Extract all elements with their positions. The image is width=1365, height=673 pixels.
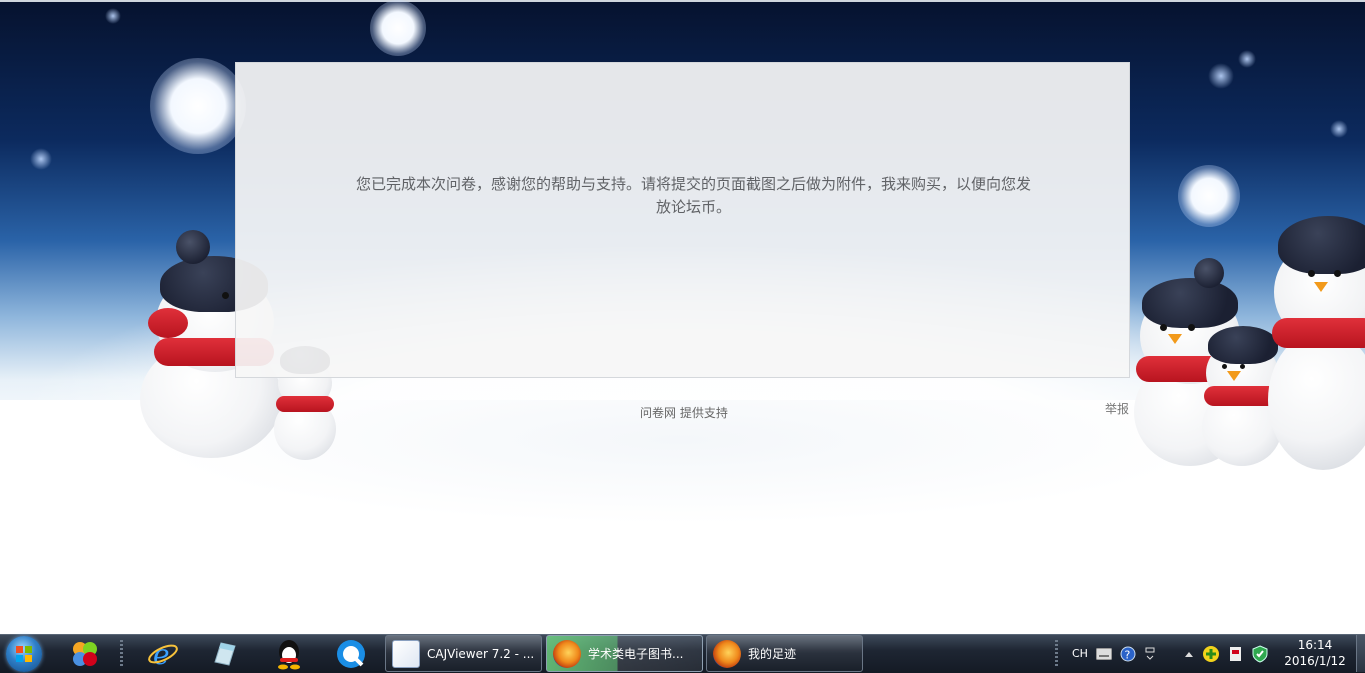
powered-by-text: 问卷网 提供支持 bbox=[640, 406, 728, 420]
notes-icon[interactable] bbox=[208, 637, 242, 671]
system-tray: CH ? bbox=[1068, 635, 1160, 672]
security-plus-icon[interactable] bbox=[1202, 645, 1220, 663]
star bbox=[1208, 63, 1234, 89]
moon-glow bbox=[370, 0, 426, 56]
completion-message: 您已完成本次问卷，感谢您的帮助与支持。请将提交的页面截图之后做为附件，我来购买，… bbox=[356, 175, 1032, 216]
keyboard-icon[interactable] bbox=[1095, 647, 1112, 660]
internet-explorer-icon[interactable]: e bbox=[146, 637, 180, 671]
language-indicator[interactable]: CH bbox=[1072, 647, 1088, 660]
help-icon[interactable]: ? bbox=[1120, 646, 1136, 662]
taskbar-item-label: 我的足迹 bbox=[748, 647, 797, 661]
taskbar-item-label: 学术类电子图书... bbox=[588, 647, 684, 661]
taskbar: e CAJViewer 7.2 - ... 学术类电子图书... 我的足迹 CH… bbox=[0, 634, 1365, 673]
taskbar-item-cajviewer[interactable]: CAJViewer 7.2 - ... bbox=[385, 635, 542, 672]
options-icon[interactable] bbox=[1144, 646, 1156, 662]
moon-glow bbox=[150, 58, 246, 154]
taskbar-item-label: CAJViewer 7.2 - ... bbox=[427, 646, 535, 661]
system-clock[interactable]: 16:14 2016/1/12 bbox=[1276, 637, 1354, 669]
show-desktop-button[interactable] bbox=[1356, 635, 1365, 672]
survey-complete-dialog: 您已完成本次问卷，感谢您的帮助与支持。请将提交的页面截图之后做为附件，我来购买，… bbox=[235, 62, 1130, 378]
qq-icon[interactable] bbox=[272, 637, 306, 671]
flag-icon[interactable] bbox=[1228, 645, 1244, 663]
report-link[interactable]: 举报 bbox=[1105, 400, 1129, 417]
window-top-border bbox=[0, 0, 1365, 2]
star bbox=[1330, 120, 1348, 138]
clock-time: 16:14 bbox=[1297, 638, 1333, 652]
show-hidden-icons-arrow-icon[interactable] bbox=[1184, 650, 1194, 658]
taskbar-grip[interactable] bbox=[120, 640, 123, 668]
taskbar-item-my-footprints[interactable]: 我的足迹 bbox=[706, 635, 863, 672]
cajviewer-icon bbox=[392, 639, 420, 668]
snowman-right-large bbox=[1268, 200, 1365, 470]
taskbar-grip[interactable] bbox=[1055, 640, 1058, 668]
star bbox=[30, 148, 52, 170]
notification-area bbox=[1180, 635, 1272, 672]
star bbox=[105, 8, 121, 24]
windows-start-icon[interactable] bbox=[6, 636, 42, 672]
media-center-icon[interactable] bbox=[68, 637, 102, 671]
svg-text:e: e bbox=[153, 638, 170, 670]
svg-text:?: ? bbox=[1124, 648, 1130, 661]
moon-glow bbox=[1178, 165, 1240, 227]
browser-icon[interactable] bbox=[334, 637, 368, 671]
shield-icon[interactable] bbox=[1252, 644, 1268, 663]
clock-date: 2016/1/12 bbox=[1284, 654, 1346, 668]
firefox-icon bbox=[713, 639, 741, 668]
taskbar-item-ebooks[interactable]: 学术类电子图书... bbox=[546, 635, 703, 672]
firefox-icon bbox=[553, 639, 581, 668]
star bbox=[1238, 50, 1256, 68]
